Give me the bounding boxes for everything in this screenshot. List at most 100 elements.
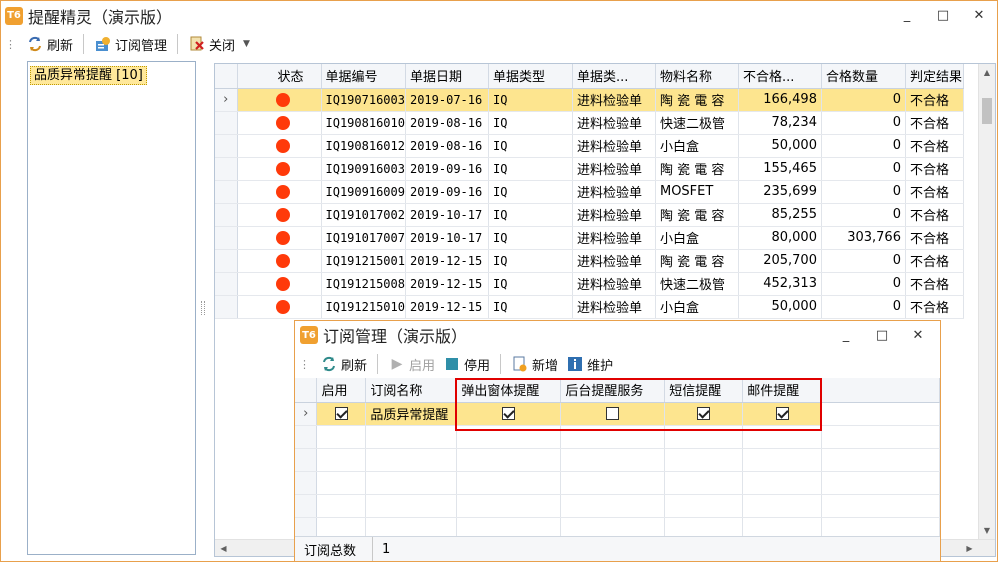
qualified-qty-cell[interactable]: 0 bbox=[821, 272, 906, 296]
document-number-cell[interactable]: IQ191215008 bbox=[321, 272, 406, 296]
material-name-cell[interactable]: 陶 瓷 電 容 bbox=[655, 157, 739, 181]
qualified-qty-cell[interactable]: 0 bbox=[821, 295, 906, 319]
judgment-result-cell[interactable]: 不合格 bbox=[905, 111, 964, 135]
document-type-name-cell[interactable]: 进料检验单 bbox=[572, 180, 656, 204]
document-date-cell[interactable]: 2019-08-16 bbox=[405, 111, 489, 135]
background-cell[interactable] bbox=[560, 402, 666, 426]
unqualified-qty-cell[interactable]: 50,000 bbox=[738, 295, 822, 319]
subscription-row[interactable]: › 品质异常提醒 bbox=[295, 402, 940, 426]
material-name-cell[interactable]: MOSFET bbox=[655, 180, 739, 204]
material-name-cell[interactable]: 小白盒 bbox=[655, 295, 739, 319]
document-type-name-cell[interactable]: 进料检验单 bbox=[572, 203, 656, 227]
document-date-cell[interactable]: 2019-10-17 bbox=[405, 226, 489, 250]
judgment-result-cell[interactable]: 不合格 bbox=[905, 203, 964, 227]
document-number-cell[interactable]: IQ191215001 bbox=[321, 249, 406, 273]
enabled-cell[interactable] bbox=[316, 402, 367, 426]
document-number-cell[interactable]: IQ190916003 bbox=[321, 157, 406, 181]
column-header[interactable]: 订阅名称 bbox=[365, 378, 458, 403]
status-cell[interactable] bbox=[237, 111, 322, 135]
qualified-qty-cell[interactable]: 0 bbox=[821, 134, 906, 158]
vertical-scrollbar[interactable]: ▲ ▼ bbox=[978, 64, 995, 556]
table-row[interactable]: IQ191215001 2019-12-15 IQ 进料检验单陶 瓷 電 容 205,7… bbox=[215, 249, 964, 273]
document-type-cell[interactable]: IQ bbox=[488, 157, 573, 181]
material-name-cell[interactable]: 小白盒 bbox=[655, 226, 739, 250]
popup-checkbox[interactable] bbox=[502, 407, 516, 420]
status-cell[interactable] bbox=[237, 134, 322, 158]
column-header[interactable]: 邮件提醒 bbox=[742, 378, 823, 403]
qualified-qty-cell[interactable]: 0 bbox=[821, 249, 906, 273]
column-header[interactable]: 状态 bbox=[237, 64, 322, 89]
document-number-cell[interactable]: IQ190916009 bbox=[321, 180, 406, 204]
chevron-down-icon[interactable]: ▼ bbox=[243, 39, 250, 49]
subscription-manage-button[interactable]: 订阅管理 bbox=[90, 32, 171, 56]
table-row[interactable]: IQ190816012 2019-08-16 IQ 进料检验单 小白盒 50,000 0 不合… bbox=[215, 134, 964, 158]
dialog-minimize-button[interactable]: _ bbox=[828, 321, 864, 349]
material-name-cell[interactable]: 陶 瓷 電 容 bbox=[655, 203, 739, 227]
column-header[interactable]: 判定结果 bbox=[905, 64, 964, 89]
material-name-cell[interactable]: 陶 瓷 電 容 bbox=[655, 88, 739, 112]
tree-item-quality-alert[interactable]: 品质异常提醒 [10] bbox=[30, 66, 147, 85]
document-type-cell[interactable]: IQ bbox=[488, 134, 573, 158]
close-window-button[interactable]: ✕ bbox=[961, 1, 997, 30]
popup-cell[interactable] bbox=[456, 402, 562, 426]
document-date-cell[interactable]: 2019-07-16 bbox=[405, 88, 489, 112]
qualified-qty-cell[interactable]: 0 bbox=[821, 203, 906, 227]
column-header[interactable]: 后台提醒服务 bbox=[560, 378, 666, 403]
dialog-refresh-button[interactable]: 刷新 bbox=[316, 352, 371, 376]
table-row[interactable]: IQ191215010 2019-12-15 IQ 进料检验单 小白盒 50,000 0 不合… bbox=[215, 295, 964, 319]
document-number-cell[interactable]: IQ191017002 bbox=[321, 203, 406, 227]
document-date-cell[interactable]: 2019-09-16 bbox=[405, 157, 489, 181]
table-row[interactable]: IQ191017002 2019-10-17 IQ 进料检验单陶 瓷 電 容 85,25… bbox=[215, 203, 964, 227]
unqualified-qty-cell[interactable]: 85,255 bbox=[738, 203, 822, 227]
status-cell[interactable] bbox=[237, 180, 322, 204]
document-type-cell[interactable]: IQ bbox=[488, 272, 573, 296]
column-header[interactable]: 物料名称 bbox=[655, 64, 739, 89]
toolbar-grip-icon[interactable]: ⋮ bbox=[5, 38, 16, 51]
status-cell[interactable] bbox=[237, 157, 322, 181]
toolbar-grip-icon[interactable]: ⋮ bbox=[299, 358, 310, 371]
column-header[interactable]: 弹出窗体提醒 bbox=[456, 378, 562, 403]
material-name-cell[interactable]: 快速二极管 bbox=[655, 272, 739, 296]
status-cell[interactable] bbox=[237, 88, 322, 112]
document-type-cell[interactable]: IQ bbox=[488, 249, 573, 273]
qualified-qty-cell[interactable]: 303,766 bbox=[821, 226, 906, 250]
judgment-result-cell[interactable]: 不合格 bbox=[905, 180, 964, 204]
subscription-name-cell[interactable]: 品质异常提醒 bbox=[365, 402, 458, 426]
dialog-close-button[interactable]: ✕ bbox=[900, 321, 936, 349]
maintain-button[interactable]: 维护 bbox=[562, 352, 617, 376]
column-header[interactable]: 合格数量 bbox=[821, 64, 906, 89]
table-row[interactable]: IQ190916003 2019-09-16 IQ 进料检验单陶 瓷 電 容 155,4… bbox=[215, 157, 964, 181]
judgment-result-cell[interactable]: 不合格 bbox=[905, 272, 964, 296]
unqualified-qty-cell[interactable]: 235,699 bbox=[738, 180, 822, 204]
scroll-up-icon[interactable]: ▲ bbox=[979, 64, 995, 81]
document-type-name-cell[interactable]: 进料检验单 bbox=[572, 226, 656, 250]
column-header[interactable]: 单据日期 bbox=[405, 64, 489, 89]
qualified-qty-cell[interactable]: 0 bbox=[821, 157, 906, 181]
qualified-qty-cell[interactable]: 0 bbox=[821, 180, 906, 204]
splitter-handle[interactable] bbox=[201, 301, 205, 315]
judgment-result-cell[interactable]: 不合格 bbox=[905, 249, 964, 273]
status-cell[interactable] bbox=[237, 203, 322, 227]
document-date-cell[interactable]: 2019-12-15 bbox=[405, 249, 489, 273]
material-name-cell[interactable]: 快速二极管 bbox=[655, 111, 739, 135]
document-type-name-cell[interactable]: 进料检验单 bbox=[572, 88, 656, 112]
material-name-cell[interactable]: 小白盒 bbox=[655, 134, 739, 158]
minimize-button[interactable]: _ bbox=[889, 1, 925, 30]
document-date-cell[interactable]: 2019-12-15 bbox=[405, 272, 489, 296]
table-row[interactable]: IQ190916009 2019-09-16 IQ 进料检验单 MOSFET 235,69… bbox=[215, 180, 964, 204]
document-date-cell[interactable]: 2019-12-15 bbox=[405, 295, 489, 319]
judgment-result-cell[interactable]: 不合格 bbox=[905, 226, 964, 250]
status-cell[interactable] bbox=[237, 226, 322, 250]
judgment-result-cell[interactable]: 不合格 bbox=[905, 157, 964, 181]
column-header[interactable]: 短信提醒 bbox=[664, 378, 744, 403]
unqualified-qty-cell[interactable]: 155,465 bbox=[738, 157, 822, 181]
document-number-cell[interactable]: IQ191215010 bbox=[321, 295, 406, 319]
qualified-qty-cell[interactable]: 0 bbox=[821, 111, 906, 135]
scroll-thumb[interactable] bbox=[982, 98, 992, 124]
enable-button[interactable]: ▶ 启用 bbox=[384, 352, 439, 376]
scroll-right-icon[interactable]: ▶ bbox=[961, 540, 978, 556]
document-number-cell[interactable]: IQ190816012 bbox=[321, 134, 406, 158]
document-type-cell[interactable]: IQ bbox=[488, 295, 573, 319]
maximize-button[interactable]: □ bbox=[925, 1, 961, 30]
close-button[interactable]: 关闭 ▼ bbox=[184, 32, 254, 56]
